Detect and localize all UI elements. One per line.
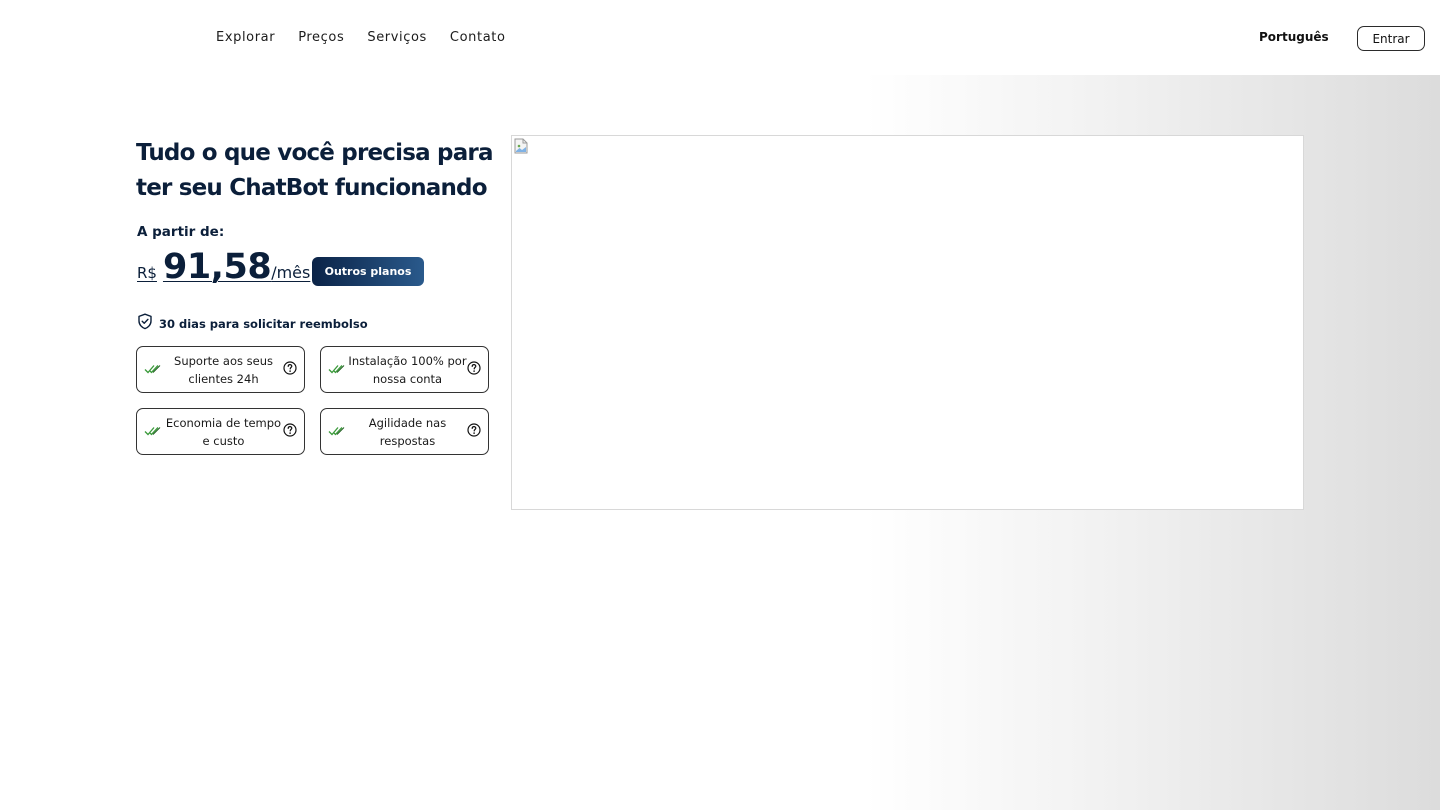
price: R$ 91,58 /mês <box>137 247 310 287</box>
feature-card: Suporte aos seus clientes 24h <box>136 346 305 393</box>
double-check-icon <box>328 422 348 441</box>
double-check-icon <box>144 360 164 379</box>
hero-image-placeholder <box>511 135 1304 510</box>
nav-explorar[interactable]: Explorar <box>216 30 275 45</box>
feature-label: Economia de tempo e custo <box>165 415 282 448</box>
price-from-label: A partir de: <box>137 224 225 240</box>
nav-servicos[interactable]: Serviços <box>367 30 427 45</box>
features-grid: Suporte aos seus clientes 24h Instalação… <box>136 346 490 455</box>
refund-text: 30 dias para solicitar reembolso <box>159 316 368 331</box>
price-period: /mês <box>271 263 311 282</box>
hero-section: Tudo o que você precisa para ter seu Cha… <box>0 0 1440 810</box>
feature-label: Agilidade nas respostas <box>368 415 447 448</box>
feature-label: Suporte aos seus clientes 24h <box>174 353 273 386</box>
feature-card: Economia de tempo e custo <box>136 408 305 455</box>
broken-image-icon <box>514 138 528 154</box>
nav-precos[interactable]: Preços <box>298 30 344 45</box>
hero-title: Tudo o que você precisa para ter seu Cha… <box>136 140 493 201</box>
shield-check-icon <box>137 313 153 334</box>
top-navbar: Explorar Preços Serviços Contato Portugu… <box>0 0 1440 75</box>
nav-contato[interactable]: Contato <box>450 30 506 45</box>
feature-card: Instalação 100% por nossa conta <box>320 346 489 393</box>
question-circle-icon[interactable] <box>467 360 483 379</box>
feature-card: Agilidade nas respostas <box>320 408 489 455</box>
question-circle-icon[interactable] <box>283 422 299 441</box>
login-button[interactable]: Entrar <box>1357 26 1425 51</box>
question-circle-icon[interactable] <box>283 360 299 379</box>
language-selector[interactable]: Português <box>1259 30 1329 44</box>
other-plans-button[interactable]: Outros planos <box>312 257 424 286</box>
double-check-icon <box>328 360 348 379</box>
question-circle-icon[interactable] <box>467 422 483 441</box>
price-amount: 91,58 <box>162 247 272 287</box>
double-check-icon <box>144 422 164 441</box>
main-nav: Explorar Preços Serviços Contato <box>216 30 506 45</box>
feature-label: Instalação 100% por nossa conta <box>348 353 467 386</box>
price-currency: R$ <box>137 264 157 282</box>
refund-guarantee: 30 dias para solicitar reembolso <box>137 313 368 334</box>
